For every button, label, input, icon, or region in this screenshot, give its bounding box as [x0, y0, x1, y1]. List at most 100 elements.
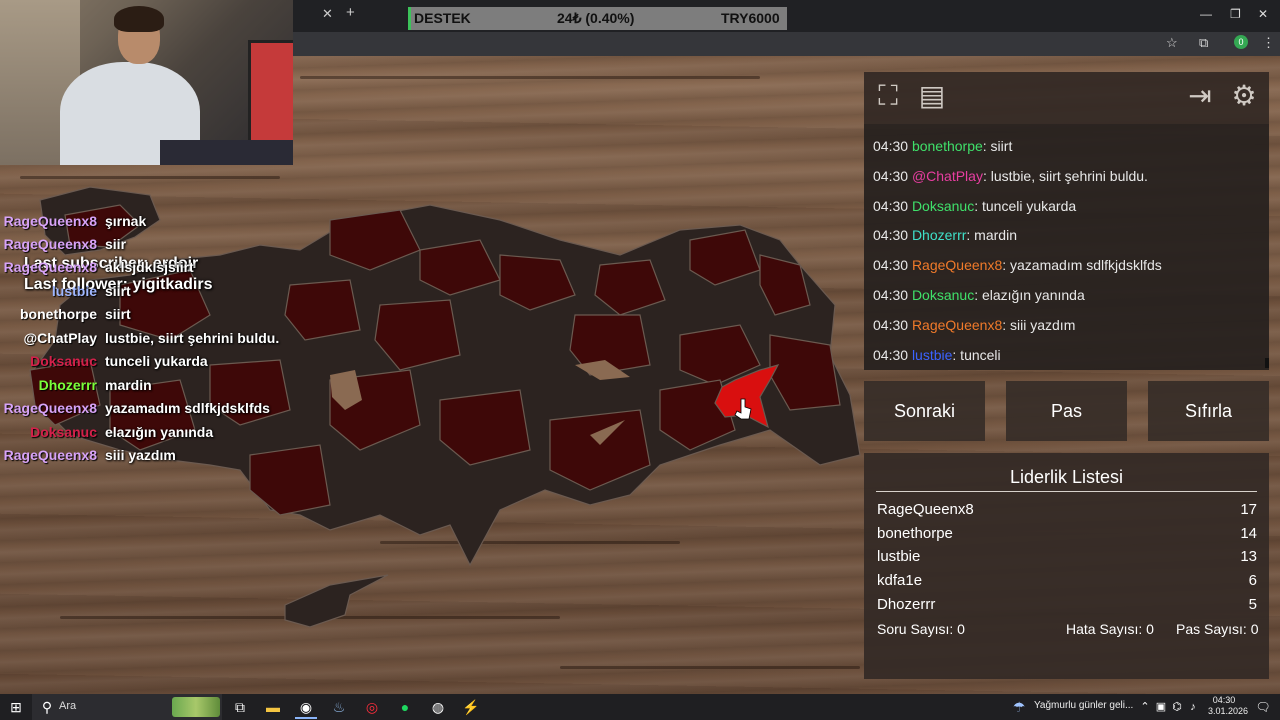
leaderboard-score: 17: [1240, 501, 1257, 518]
restore-icon[interactable]: ❐: [1230, 7, 1241, 21]
game-chat-message: 04:30 Doksanuc: elazığın yanında: [873, 287, 1085, 303]
stream-chat-username: Doksanuc: [30, 424, 97, 440]
leaderboard-name: kdfa1e: [877, 572, 923, 589]
chat-text: : elazığın yanında: [974, 287, 1085, 303]
taskbar-clock[interactable]: 04:30 3.01.2026: [1208, 695, 1248, 717]
file-explorer-icon[interactable]: ▬: [262, 697, 284, 717]
menu-kebab-icon[interactable]: ⋮: [1262, 35, 1275, 51]
stream-chat-message: RageQueenx8 siii yazdım: [0, 447, 300, 469]
chat-timestamp: 04:30: [873, 287, 909, 303]
leaderboard-divider: [876, 491, 1257, 492]
donation-amount: 24₺ (0.40%): [557, 10, 635, 26]
stream-chat-text: şırnak: [105, 213, 147, 229]
profile-avatar[interactable]: 0: [1234, 35, 1248, 49]
document-icon[interactable]: ▤: [914, 78, 950, 114]
close-window-icon[interactable]: ✕: [1258, 7, 1268, 21]
leaderboard-row: Dhozerrr 5: [877, 596, 1257, 618]
chat-username: bonethorpe: [911, 138, 983, 154]
windows-start-icon[interactable]: ⊞: [5, 697, 27, 717]
steam-icon[interactable]: ♨: [328, 697, 350, 717]
game-chat-log[interactable]: 04:30 bonethorpe: siirt 04:30 @ChatPlay : …: [864, 124, 1269, 370]
browser-toolbar: [293, 32, 1280, 56]
stream-chat-message: @ChatPlay lustbie, siirt şehrini buldu.: [0, 330, 300, 352]
weather-text[interactable]: Yağmurlu günler geli...: [1034, 700, 1133, 711]
stream-chat-username: Doksanuc: [30, 353, 97, 369]
chat-text: : yazamadım sdlfkjdsklfds: [1002, 257, 1162, 274]
stream-chat-text: lustbie, siirt şehrini buldu.: [105, 330, 280, 346]
chat-username: @ChatPlay: [911, 167, 983, 184]
chat-scrollbar[interactable]: [1265, 358, 1269, 368]
chat-timestamp: 04:30: [873, 257, 909, 274]
bookmark-star-icon[interactable]: ☆: [1166, 35, 1178, 51]
new-tab-icon[interactable]: +: [346, 4, 355, 21]
reset-button[interactable]: Sıfırla: [1148, 381, 1269, 441]
stream-chat-text: siirt: [105, 306, 131, 322]
extensions-icon[interactable]: ⧉: [1199, 35, 1208, 51]
game-chat-message: 04:30 RageQueenx8: yazamadım sdlfkjdsklf…: [873, 257, 1162, 273]
donation-label: DESTEK: [414, 10, 471, 26]
stream-chat-text: siirt: [105, 283, 131, 299]
fullscreen-icon[interactable]: ⛶: [870, 78, 906, 114]
stream-chat-text: siir: [105, 236, 127, 252]
leaderboard-score: 14: [1240, 525, 1257, 542]
task-view-icon[interactable]: ⧉: [229, 697, 251, 717]
search-icon: ⚲: [41, 699, 53, 715]
next-button[interactable]: Sonraki: [864, 381, 985, 441]
wood-grain: [300, 76, 760, 79]
settings-gear-icon[interactable]: ⚙: [1226, 78, 1262, 114]
leaderboard-score: 13: [1240, 548, 1257, 565]
stream-chat-message: lustbie siirt: [0, 283, 300, 305]
error-count: Hata Sayısı: 0: [1066, 621, 1154, 637]
stream-chat-message: Dhozerrr mardin: [0, 377, 300, 399]
chat-text: : mardin: [966, 227, 1017, 244]
chat-username: Doksanuc: [911, 197, 975, 214]
stream-chat-message: RageQueenx8 yazamadım sdlfkjdsklfds: [0, 400, 300, 422]
stream-chat-username: RageQueenx8: [3, 213, 97, 229]
obs-icon[interactable]: ◍: [427, 697, 449, 717]
app-icon[interactable]: ⚡: [460, 697, 482, 717]
stream-chat-message: RageQueenx8 şırnak: [0, 213, 300, 235]
game-chat-message: 04:30 bonethorpe: siirt: [873, 138, 1012, 154]
chrome-icon[interactable]: ◉: [295, 697, 317, 719]
pass-button[interactable]: Pas: [1006, 381, 1127, 441]
close-tab-icon[interactable]: ✕: [322, 6, 333, 22]
spotify-icon[interactable]: ●: [394, 697, 416, 717]
chat-timestamp: 04:30: [873, 197, 909, 214]
stream-chat-username: Dhozerrr: [38, 377, 97, 393]
webcam-monitor: [248, 40, 293, 146]
logout-icon[interactable]: ⇥: [1182, 78, 1218, 114]
question-count: Soru Sayısı: 0: [877, 621, 965, 637]
pass-count: Pas Sayısı: 0: [1176, 621, 1259, 637]
map-cyprus: [284, 574, 389, 628]
chat-text: : tunceli: [952, 346, 1001, 363]
volume-icon[interactable]: ♪: [1182, 697, 1204, 717]
clock-time: 04:30: [1212, 695, 1236, 705]
stream-chat-username: RageQueenx8: [3, 236, 97, 252]
stream-chat-text: mardin: [105, 377, 152, 393]
chat-text: : siirt: [982, 138, 1013, 154]
webcam-desk: [160, 140, 293, 165]
chat-username: lustbie: [911, 346, 953, 363]
chat-timestamp: 04:30: [873, 316, 909, 333]
leaderboard-row: bonethorpe 14: [877, 525, 1257, 547]
chat-timestamp: 04:30: [873, 227, 909, 244]
leaderboard-row: lustbie 13: [877, 548, 1257, 570]
stream-chat-message: RageQueenx8 siir: [0, 236, 300, 258]
webcam-person-hair: [114, 6, 164, 32]
stream-chat-username: bonethorpe: [20, 306, 97, 322]
game-chat-message: 04:30 Doksanuc: tunceli yukarda: [873, 198, 1076, 214]
stream-chat-username: lustbie: [51, 283, 97, 299]
chat-text: : siii yazdım: [1002, 316, 1076, 333]
chat-username: Dhozerrr: [911, 227, 967, 244]
stream-chat-message: bonethorpe siirt: [0, 306, 300, 328]
notification-icon[interactable]: 🗨: [1252, 697, 1274, 717]
search-highlight-image: [172, 697, 220, 717]
leaderboard-row: kdfa1e 6: [877, 572, 1257, 594]
stream-chat-username: RageQueenx8: [3, 400, 97, 416]
minimize-icon[interactable]: —: [1200, 7, 1212, 21]
taskbar-search-box[interactable]: ⚲ Ara: [32, 694, 222, 720]
chat-username: Doksanuc: [911, 287, 975, 303]
stream-chat-text: aklsjdklsjsiirt: [105, 259, 194, 275]
opera-icon[interactable]: ◎: [361, 697, 383, 717]
donation-goal: TRY6000: [721, 10, 780, 26]
